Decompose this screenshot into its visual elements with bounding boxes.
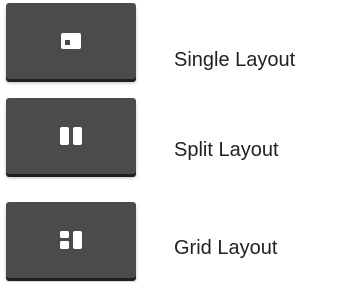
- layout-option-split: Split Layout: [0, 96, 344, 178]
- single-layout-label: Single Layout: [174, 49, 296, 71]
- grid-layout-label: Grid Layout: [174, 237, 278, 259]
- layout-option-grid: Grid Layout: [0, 198, 344, 280]
- single-layout-button[interactable]: [6, 3, 136, 79]
- split-layout-button[interactable]: [6, 98, 136, 174]
- layout-option-single: Single Layout: [0, 0, 344, 82]
- split-layout-label: Split Layout: [174, 139, 279, 161]
- grid-layout-button[interactable]: [6, 202, 136, 278]
- grid-layout-icon: [60, 231, 82, 249]
- split-layout-icon: [60, 127, 82, 145]
- single-layout-icon: [61, 33, 81, 49]
